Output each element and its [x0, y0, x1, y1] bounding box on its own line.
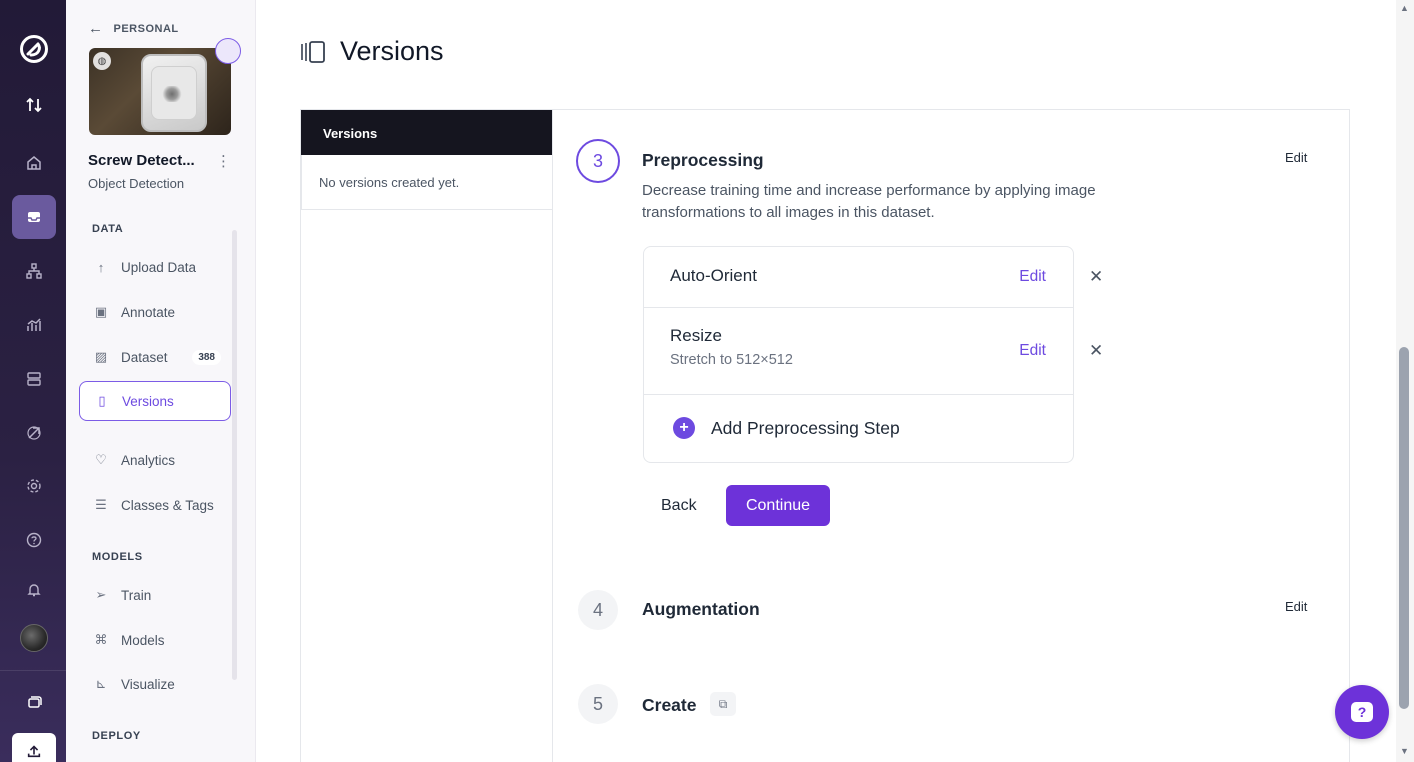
network-icon: ⌘ [94, 632, 108, 647]
annotate-icon: ▣ [94, 304, 108, 319]
stack-icon[interactable] [12, 680, 56, 724]
scroll-up-icon[interactable]: ▲ [1400, 3, 1409, 13]
sidebar-item-label: Classes & Tags [121, 497, 214, 513]
step-detail: Stretch to 512×512 [670, 352, 793, 368]
step-name: Auto-Orient [670, 266, 757, 285]
sidebar-item-label: Dataset [121, 349, 168, 365]
workflow-icon[interactable] [12, 249, 56, 293]
settings-icon[interactable] [12, 464, 56, 508]
sidebar-item-label: Train [121, 587, 152, 603]
stack-icon: ⧉ [710, 692, 736, 716]
sidebar-item-models[interactable]: ⌘ Models [79, 620, 231, 660]
versions-list-header: Versions [301, 110, 553, 155]
page-scrollbar[interactable]: ▲ ▼ [1396, 0, 1414, 762]
step-number: 4 [578, 590, 618, 630]
sidebar-item-classes-tags[interactable]: ☰ Classes & Tags [79, 485, 231, 525]
workspace-label: PERSONAL [113, 22, 179, 35]
dataset-count-badge: 388 [192, 349, 221, 365]
step-title-create: Create [642, 695, 697, 715]
preprocessing-step-row: Auto-Orient Edit [644, 247, 1073, 308]
avatar[interactable] [20, 624, 48, 652]
preprocessing-description: Decrease training time and increase perf… [642, 182, 1096, 221]
section-data: DATA [92, 223, 124, 235]
back-to-workspace-link[interactable]: ← PERSONAL [88, 20, 179, 37]
arrow-up-icon: ↑ [97, 259, 105, 275]
analytics-icon[interactable] [12, 303, 56, 347]
project-type: Object Detection [88, 176, 185, 191]
globe-icon: ◍ [93, 52, 111, 70]
add-preprocessing-step-button[interactable]: + Add Preprocessing Step [673, 417, 900, 439]
list-icon: ☰ [95, 497, 107, 512]
rail-divider [0, 670, 66, 671]
add-step-label: Add Preprocessing Step [711, 417, 900, 438]
scroll-thumb[interactable] [1399, 347, 1409, 709]
sidebar-item-annotate[interactable]: ▣ Annotate [79, 292, 231, 332]
plus-icon: + [673, 417, 695, 439]
preprocessing-steps-card: Auto-Orient Edit Resize Stretch to 512×5… [643, 246, 1074, 463]
home-icon[interactable] [12, 141, 56, 185]
edit-step-button[interactable]: Edit [1019, 268, 1046, 286]
kebab-menu-icon[interactable]: ⋮ [216, 152, 231, 170]
chart-icon: ⊾ [95, 676, 107, 691]
project-sidebar: ← PERSONAL ◍ Screw Detect... ⋮ Object De… [66, 0, 256, 762]
logo-icon[interactable] [19, 34, 49, 64]
sidebar-item-dataset[interactable]: ▨ Dataset 388 [79, 337, 231, 377]
inbox-icon[interactable] [12, 195, 56, 239]
close-icon[interactable]: ✕ [1089, 341, 1103, 361]
step-number: 5 [578, 684, 618, 724]
help-icon[interactable] [12, 518, 56, 562]
edit-augmentation-link[interactable]: Edit [1285, 599, 1307, 614]
sidebar-item-label: Analytics [121, 452, 176, 468]
step-name: Resize [670, 326, 722, 345]
sidebar-item-train[interactable]: ➢ Train [79, 575, 231, 615]
scroll-down-icon[interactable]: ▼ [1400, 746, 1409, 756]
versions-icon: ▯ [98, 393, 106, 408]
preprocessing-step-row: Resize Stretch to 512×512 Edit [644, 308, 1073, 395]
step-title-augmentation: Augmentation [642, 599, 760, 619]
sidebar-scrollbar[interactable] [232, 230, 237, 680]
close-icon[interactable]: ✕ [1089, 267, 1103, 287]
sidebar-item-label: Upload Data [121, 259, 197, 275]
back-button[interactable]: Back [649, 488, 709, 524]
database-icon[interactable] [12, 357, 56, 401]
versions-icon [301, 40, 325, 63]
help-chat-icon: ? [1351, 702, 1373, 722]
icon-rail [0, 0, 66, 762]
bell-icon[interactable] [12, 568, 56, 612]
deploy-icon[interactable] [12, 411, 56, 455]
arrow-left-icon: ← [88, 20, 104, 37]
section-models: MODELS [92, 551, 143, 563]
sidebar-item-label: Visualize [121, 676, 175, 692]
heart-pulse-icon: ♡ [95, 452, 107, 467]
sidebar-item-versions[interactable]: ▯ Versions [79, 381, 231, 421]
panel-divider [552, 110, 553, 762]
continue-button[interactable]: Continue [726, 485, 830, 526]
status-dot [215, 38, 241, 64]
sidebar-item-upload-data[interactable]: ↑ Upload Data [79, 247, 231, 287]
image-icon: ▨ [94, 349, 108, 364]
sidebar-item-label: Models [121, 632, 165, 648]
step-title-preprocessing: Preprocessing [642, 150, 764, 170]
step-number-current: 3 [576, 139, 620, 183]
page-title-text: Versions [340, 36, 444, 66]
edit-step-button[interactable]: Edit [1019, 342, 1046, 360]
upload-icon[interactable] [12, 733, 56, 762]
page-title: Versions [300, 36, 444, 67]
project-thumbnail[interactable]: ◍ [89, 48, 231, 135]
swap-icon[interactable] [12, 83, 56, 127]
sidebar-item-label: Annotate [121, 304, 176, 320]
help-chat-button[interactable]: ? [1335, 685, 1389, 739]
project-name: Screw Detect... [88, 152, 195, 169]
sidebar-item-label: Versions [122, 393, 174, 409]
section-deploy: DEPLOY [92, 730, 141, 742]
edit-preprocessing-link[interactable]: Edit [1285, 150, 1307, 165]
sidebar-item-analytics[interactable]: ♡ Analytics [79, 440, 231, 480]
send-icon: ➢ [95, 587, 107, 602]
sidebar-item-visualize[interactable]: ⊾ Visualize [79, 664, 231, 704]
versions-empty-text: No versions created yet. [319, 175, 460, 190]
